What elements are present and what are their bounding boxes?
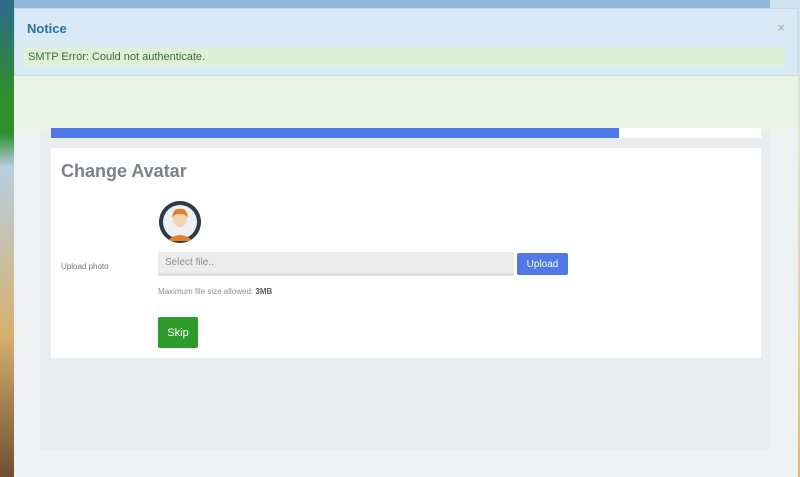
modal-shell: Notice × SMTP Error: Could not authentic… <box>14 8 798 477</box>
change-avatar-card: Change Avatar Upload photo Select file..… <box>51 148 761 358</box>
background-left <box>0 0 14 477</box>
status-band <box>14 76 798 130</box>
notice-box: Notice × SMTP Error: Could not authentic… <box>14 8 798 76</box>
notice-title: Notice <box>27 21 67 36</box>
file-select-input[interactable]: Select file.. <box>158 252 514 276</box>
max-file-size-hint: Maximum file size allowed: 3MB <box>158 287 272 296</box>
max-size-text: Maximum file size allowed: <box>158 287 254 296</box>
progress-fill <box>51 128 619 138</box>
upload-photo-label: Upload photo <box>61 262 109 271</box>
skip-button[interactable]: Skip <box>158 317 198 348</box>
upload-button[interactable]: Upload <box>517 253 568 275</box>
error-message: SMTP Error: Could not authenticate. <box>23 47 785 67</box>
max-size-value: 3MB <box>255 287 273 296</box>
progress-bar <box>51 128 761 138</box>
setup-panel: Change Avatar Upload photo Select file..… <box>40 128 770 450</box>
close-icon[interactable]: × <box>777 20 785 35</box>
user-avatar-icon <box>159 201 201 243</box>
page-title: Change Avatar <box>61 161 187 181</box>
